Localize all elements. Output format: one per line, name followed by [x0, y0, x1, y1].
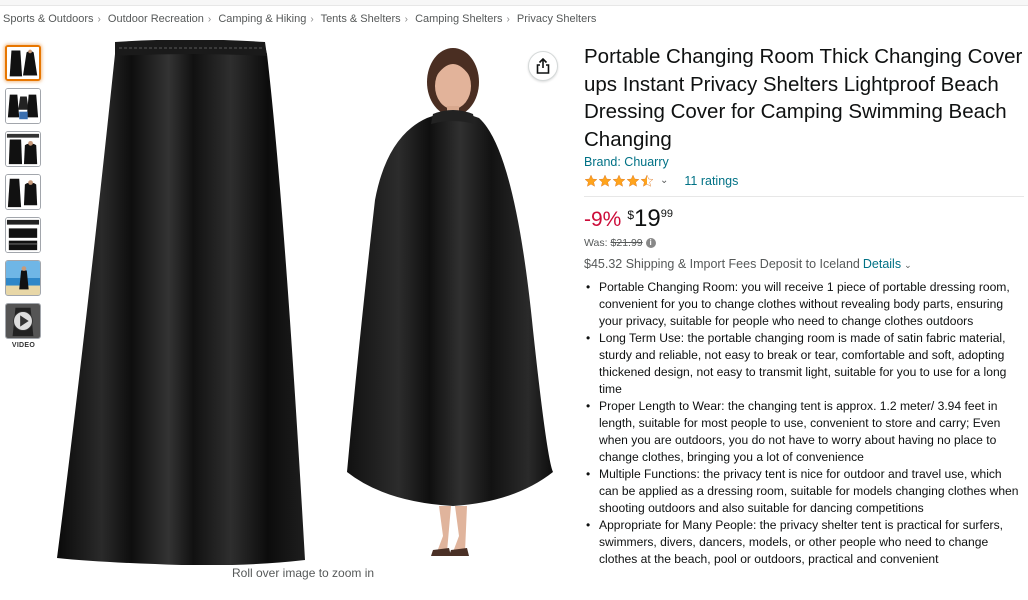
thumbnail-image [7, 47, 39, 79]
brand-link[interactable]: Brand: Chuarry [584, 155, 1024, 169]
main-product-image[interactable] [55, 40, 565, 565]
breadcrumb-separator: › [404, 14, 408, 25]
ratings-count-link[interactable]: 11 ratings [684, 174, 738, 188]
divider [584, 196, 1024, 197]
breadcrumb-separator: › [97, 14, 101, 25]
product-title: Portable Changing Room Thick Changing Co… [584, 45, 1023, 151]
breadcrumb-sports-outdoors[interactable]: Sports & Outdoors [3, 13, 94, 25]
top-border [0, 0, 1028, 6]
thumbnail-6[interactable] [5, 260, 41, 296]
thumbnail-image [6, 89, 40, 123]
video-label: VIDEO [11, 342, 36, 349]
price-whole: 19 [634, 205, 661, 232]
chevron-down-icon[interactable]: ⌄ [904, 260, 912, 270]
thumbnail-2[interactable] [5, 88, 41, 124]
star-icon [612, 174, 626, 187]
discount-percent: -9% [584, 208, 622, 231]
breadcrumb-camping-hiking[interactable]: Camping & Hiking [218, 13, 306, 25]
breadcrumb-tents-shelters[interactable]: Tents & Shelters [321, 13, 401, 25]
breadcrumb-outdoor-recreation[interactable]: Outdoor Recreation [108, 13, 204, 25]
shipping-details-link[interactable]: Details [863, 257, 901, 271]
half-star-icon [640, 174, 654, 187]
feature-bullets: Portable Changing Room: you will receive… [584, 279, 1024, 568]
breadcrumb: Sports & Outdoors › Outdoor Recreation › C… [3, 13, 596, 25]
was-label: Was: [584, 237, 608, 249]
feature-bullet: Portable Changing Room: you will receive… [586, 279, 1024, 330]
share-button[interactable] [528, 51, 558, 81]
thumbnail-5[interactable] [5, 217, 41, 253]
rating-row: ⌄ 11 ratings [584, 172, 1024, 189]
star-icon [584, 174, 598, 187]
price: $ 19 99 [627, 206, 673, 232]
price-row: -9% $ 19 99 [584, 206, 1024, 234]
breadcrumb-camping-shelters[interactable]: Camping Shelters [415, 13, 502, 25]
shipping-info: $45.32 Shipping & Import Fees Deposit to… [584, 257, 1024, 271]
play-icon [6, 304, 40, 338]
was-price-row: Was: $21.99 i [584, 237, 1024, 249]
was-price: $21.99 [610, 237, 643, 249]
chevron-down-icon[interactable]: ⌄ [660, 175, 668, 186]
star-icon [626, 174, 640, 187]
feature-bullet: Proper Length to Wear: the changing tent… [586, 398, 1024, 466]
share-icon [536, 58, 550, 74]
product-details: Portable Changing Room Thick Changing Co… [584, 43, 1024, 568]
breadcrumb-separator: › [506, 14, 510, 25]
star-rating[interactable] [584, 174, 654, 188]
shipping-text: $45.32 Shipping & Import Fees Deposit to… [584, 257, 860, 271]
thumbnail-1[interactable] [5, 45, 41, 81]
price-symbol: $ [627, 208, 635, 222]
star-icon [598, 174, 612, 187]
info-icon[interactable]: i [645, 238, 656, 248]
feature-bullet: Multiple Functions: the privacy tent is … [586, 466, 1024, 517]
feature-bullet: Long Term Use: the portable changing roo… [586, 330, 1024, 398]
thumbnail-video[interactable] [5, 303, 41, 339]
thumbnail-image [6, 175, 40, 209]
breadcrumb-separator: › [310, 14, 314, 25]
price-fraction: 99 [660, 208, 673, 220]
zoom-caption: Roll over image to zoom in [232, 566, 375, 580]
thumbnail-4[interactable] [5, 174, 41, 210]
thumbnail-image [6, 218, 40, 252]
thumbnail-image [6, 132, 40, 166]
breadcrumb-privacy-shelters[interactable]: Privacy Shelters [517, 13, 596, 25]
changing-cape-image [347, 113, 553, 506]
changing-cover-image [57, 43, 305, 565]
breadcrumb-separator: › [207, 14, 212, 25]
thumbnail-image [6, 261, 40, 295]
thumbnail-strip: VIDEO [5, 45, 42, 349]
thumbnail-3[interactable] [5, 131, 41, 167]
feature-bullet: Appropriate for Many People: the privacy… [586, 517, 1024, 568]
